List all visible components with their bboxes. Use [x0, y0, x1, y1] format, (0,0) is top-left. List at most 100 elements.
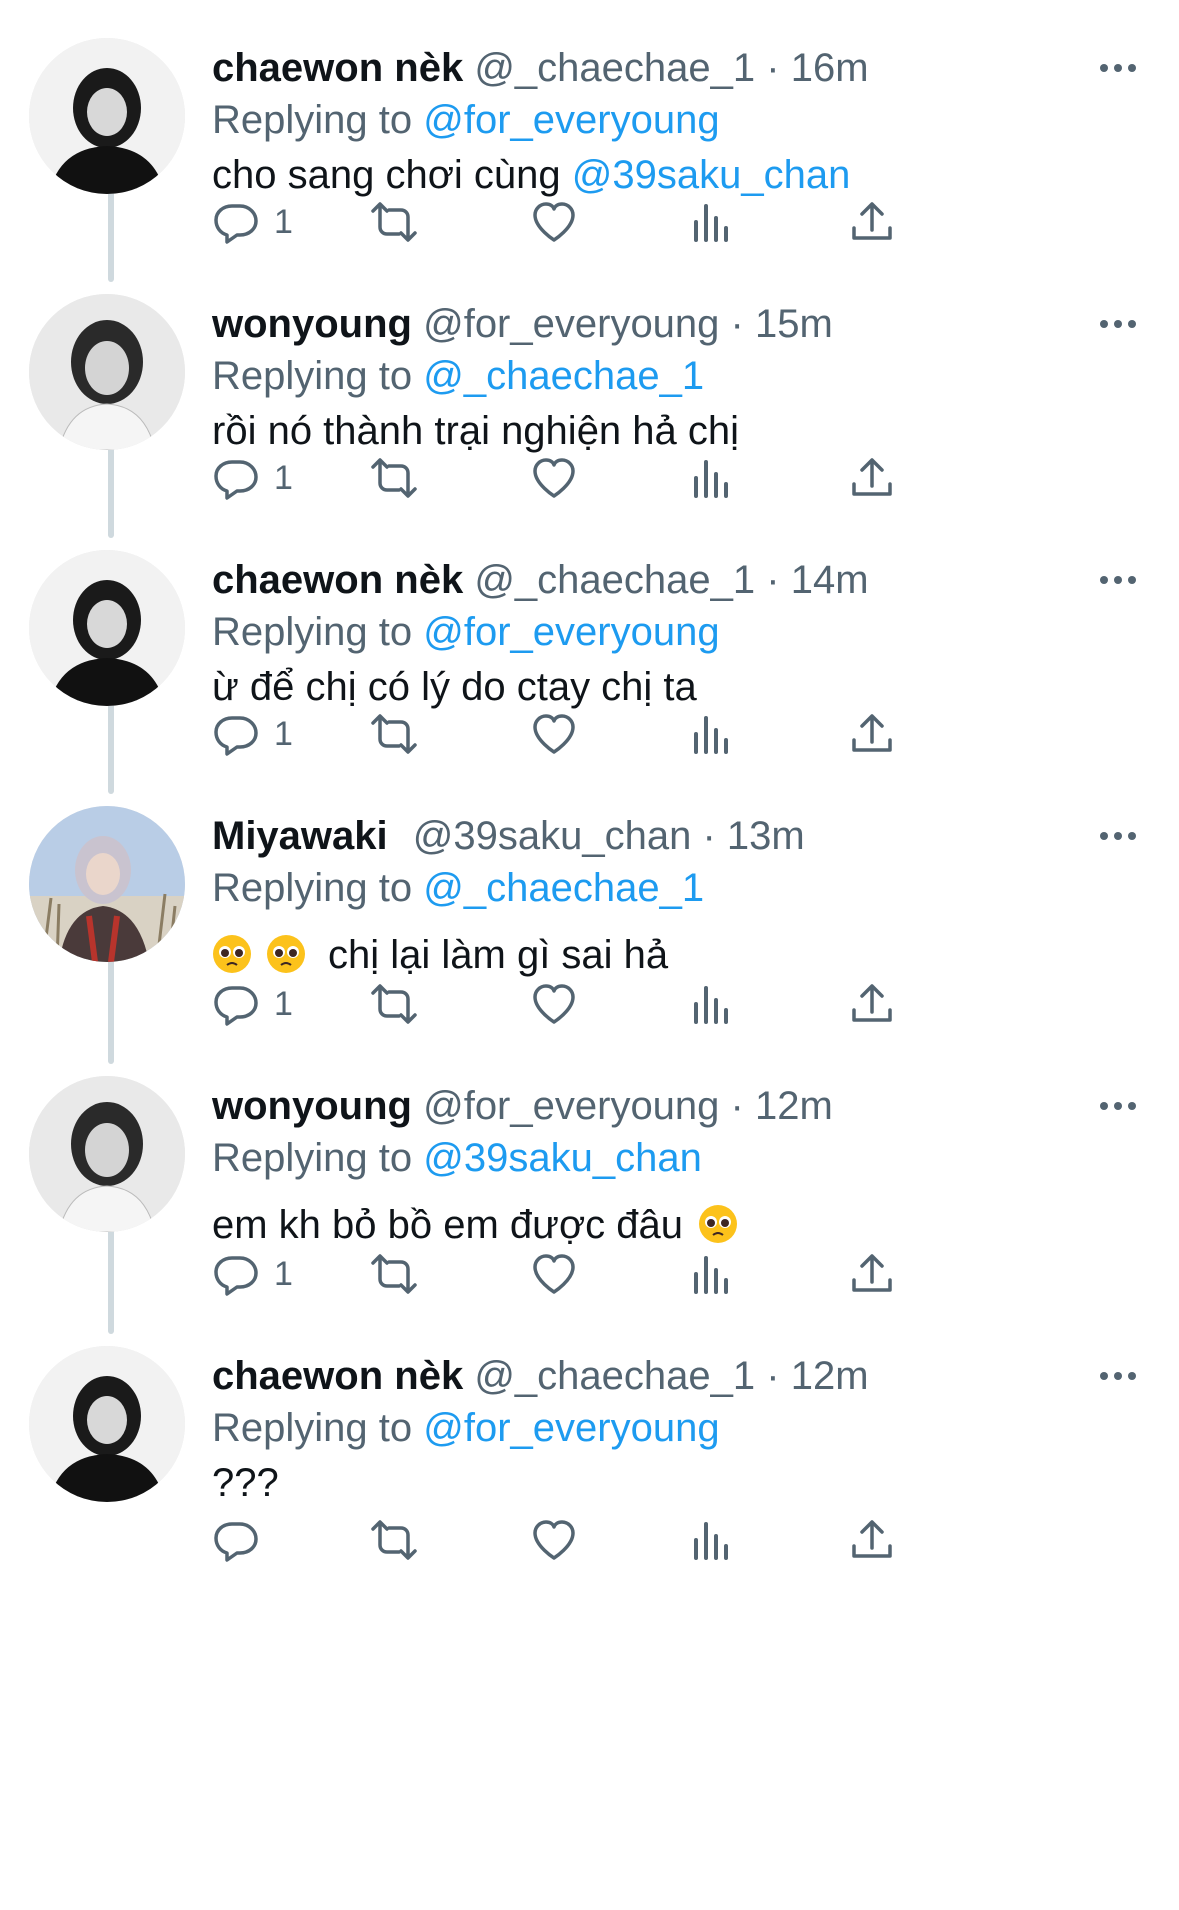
- tweet[interactable]: chaewon nèk @_chaechae_1 · 14m Replying …: [0, 550, 1179, 800]
- views-button[interactable]: [688, 706, 736, 762]
- handle[interactable]: @_chaechae_1: [474, 1354, 755, 1398]
- avatar-image-wonyoung: [29, 1076, 185, 1232]
- replying-to: Replying to @for_everyoung: [212, 608, 720, 656]
- heart-icon: [533, 984, 575, 1024]
- retweet-button[interactable]: [370, 1512, 418, 1568]
- share-button[interactable]: [848, 976, 896, 1032]
- action-bar: 1: [212, 450, 1052, 506]
- like-button[interactable]: [530, 976, 578, 1032]
- separator: ·: [719, 1084, 755, 1128]
- tweet-text: ừ để chị có lý do ctay chị ta: [212, 665, 697, 709]
- replying-to-mention[interactable]: @_chaechae_1: [423, 354, 704, 398]
- replying-to-mention[interactable]: @39saku_chan: [423, 1136, 702, 1180]
- avatar[interactable]: [29, 38, 185, 194]
- replying-to-mention[interactable]: @for_everyoung: [423, 1406, 719, 1450]
- share-button[interactable]: [848, 706, 896, 762]
- like-button[interactable]: [530, 450, 578, 506]
- reply-button[interactable]: 1: [212, 450, 293, 506]
- like-button[interactable]: [530, 194, 578, 250]
- reply-icon: [214, 1256, 258, 1296]
- views-button[interactable]: [688, 976, 736, 1032]
- views-icon: [694, 204, 728, 242]
- display-name[interactable]: chaewon nèk: [212, 558, 463, 602]
- retweet-button[interactable]: [370, 976, 418, 1032]
- timestamp[interactable]: 16m: [791, 46, 869, 90]
- heart-icon: [533, 458, 575, 498]
- views-button[interactable]: [688, 1246, 736, 1302]
- tweet-text: rồi nó thành trại nghiện hả chị: [212, 409, 740, 453]
- more-icon[interactable]: [1098, 314, 1138, 334]
- avatar[interactable]: [29, 1076, 185, 1232]
- tweet-header: chaewon nèk @_chaechae_1 · 16m: [212, 44, 869, 92]
- share-icon: [852, 1520, 892, 1558]
- action-bar: 1: [212, 194, 1052, 250]
- more-icon[interactable]: [1098, 826, 1138, 846]
- views-icon: [694, 460, 728, 498]
- display-name[interactable]: wonyoung: [212, 1084, 412, 1128]
- display-name[interactable]: chaewon nèk: [212, 46, 463, 90]
- avatar[interactable]: [29, 294, 185, 450]
- handle[interactable]: @for_everyoung: [423, 302, 719, 346]
- handle[interactable]: @_chaechae_1: [474, 558, 755, 602]
- views-button[interactable]: [688, 1512, 736, 1568]
- avatar[interactable]: [29, 550, 185, 706]
- avatar[interactable]: [29, 806, 185, 962]
- replying-to-mention[interactable]: @for_everyoung: [423, 610, 719, 654]
- reply-count: 1: [274, 1254, 293, 1293]
- more-icon[interactable]: [1098, 58, 1138, 78]
- share-button[interactable]: [848, 450, 896, 506]
- retweet-button[interactable]: [370, 194, 418, 250]
- retweet-icon: [371, 984, 417, 1024]
- like-button[interactable]: [530, 1512, 578, 1568]
- timestamp[interactable]: 14m: [791, 558, 869, 602]
- avatar[interactable]: [29, 1346, 185, 1502]
- tweet[interactable]: chaewon nèk @_chaechae_1 · 12m Replying …: [0, 1346, 1179, 1610]
- separator: ·: [755, 1354, 791, 1398]
- share-button[interactable]: [848, 194, 896, 250]
- handle[interactable]: @_chaechae_1: [474, 46, 755, 90]
- replying-label: Replying to: [212, 98, 413, 142]
- like-button[interactable]: [530, 1246, 578, 1302]
- retweet-button[interactable]: [370, 706, 418, 762]
- replying-label: Replying to: [212, 354, 413, 398]
- like-button[interactable]: [530, 706, 578, 762]
- views-icon: [694, 986, 728, 1024]
- more-icon[interactable]: [1098, 1096, 1138, 1116]
- tweet-header: chaewon nèk @_chaechae_1 · 14m: [212, 556, 869, 604]
- more-icon[interactable]: [1098, 570, 1138, 590]
- reply-button[interactable]: 1: [212, 976, 293, 1032]
- reply-icon: [214, 986, 258, 1026]
- tweet[interactable]: chaewon nèk @_chaechae_1 · 16m Replying …: [0, 38, 1179, 288]
- tweet[interactable]: wonyoung @for_everyoung · 15m Replying t…: [0, 294, 1179, 544]
- tweet-mention[interactable]: @39saku_chan: [572, 153, 851, 197]
- retweet-icon: [371, 1520, 417, 1560]
- reply-button[interactable]: 1: [212, 194, 293, 250]
- views-button[interactable]: [688, 194, 736, 250]
- share-button[interactable]: [848, 1246, 896, 1302]
- replying-to-mention[interactable]: @for_everyoung: [423, 98, 719, 142]
- more-icon[interactable]: [1098, 1366, 1138, 1386]
- retweet-button[interactable]: [370, 1246, 418, 1302]
- timestamp[interactable]: 13m: [727, 814, 805, 858]
- reply-button[interactable]: 1: [212, 706, 293, 762]
- tweet[interactable]: Miyawaki @39saku_chan · 13m Replying to …: [0, 806, 1179, 1070]
- reply-button[interactable]: [212, 1512, 274, 1568]
- handle[interactable]: @39saku_chan: [413, 814, 692, 858]
- share-button[interactable]: [848, 1512, 896, 1568]
- timestamp[interactable]: 12m: [791, 1354, 869, 1398]
- timestamp[interactable]: 15m: [755, 302, 833, 346]
- avatar-image-chaewon: [29, 1346, 185, 1502]
- display-name[interactable]: wonyoung: [212, 302, 412, 346]
- handle[interactable]: @for_everyoung: [423, 1084, 719, 1128]
- replying-to-mention[interactable]: @_chaechae_1: [423, 866, 704, 910]
- timestamp[interactable]: 12m: [755, 1084, 833, 1128]
- reply-icon: [214, 460, 258, 500]
- tweet[interactable]: wonyoung @for_everyoung · 12m Replying t…: [0, 1076, 1179, 1340]
- reply-button[interactable]: 1: [212, 1246, 293, 1302]
- views-button[interactable]: [688, 450, 736, 506]
- share-icon: [852, 984, 892, 1022]
- display-name[interactable]: chaewon nèk: [212, 1354, 463, 1398]
- views-icon: [694, 716, 728, 754]
- display-name[interactable]: Miyawaki: [212, 814, 388, 858]
- retweet-button[interactable]: [370, 450, 418, 506]
